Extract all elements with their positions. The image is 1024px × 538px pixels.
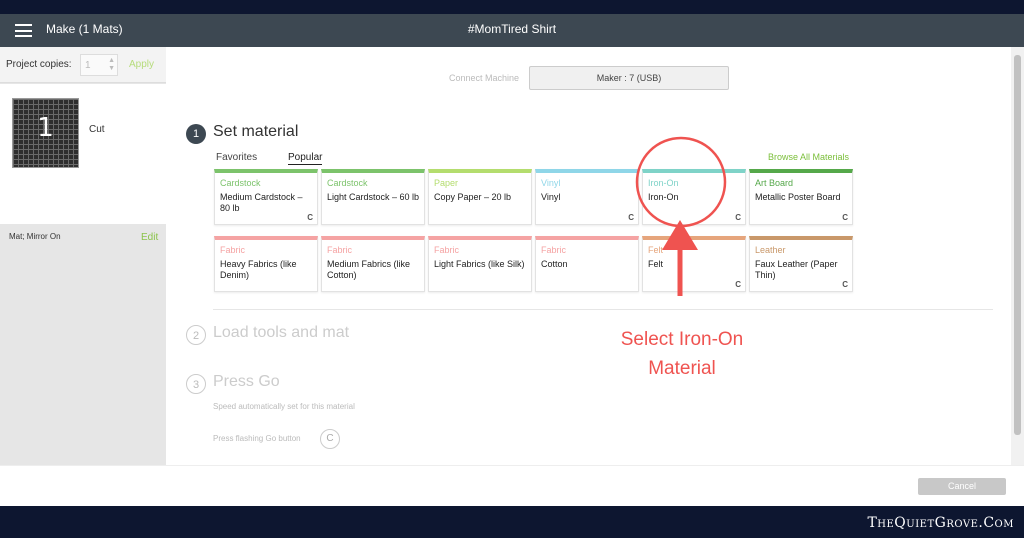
app-window: Make (1 Mats) #MomTired Shirt Project co… xyxy=(0,14,1024,506)
annotation-line-1: Select Iron-On xyxy=(620,329,744,350)
brand-watermark: TheQuietGrove.Com xyxy=(867,515,1014,531)
annotation-text: Select Iron-On Material xyxy=(612,325,752,383)
annotation-overlay xyxy=(635,136,727,296)
annotation-line-2: Material xyxy=(648,358,716,379)
highlight-circle xyxy=(635,136,727,228)
